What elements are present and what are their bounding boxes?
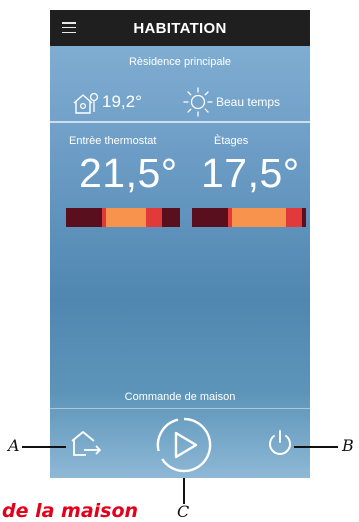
footer-text: de la maison xyxy=(2,500,139,522)
callout-line-b xyxy=(294,446,338,448)
bar-segment-dark xyxy=(66,208,102,227)
callout-c: C xyxy=(177,502,190,521)
weather-row: 19,2° Beau temps xyxy=(50,82,310,122)
bar-segment-dark xyxy=(302,208,306,227)
phone-screen: HABITATION Rèsidence principale 19,2° Be… xyxy=(50,10,310,478)
bar-segment-red xyxy=(146,208,162,227)
weather-condition: Beau temps xyxy=(216,95,281,109)
temperature-bar-floors xyxy=(192,208,306,227)
sun-icon xyxy=(183,87,213,117)
bar-segment-orange xyxy=(232,208,286,227)
command-separator xyxy=(50,408,310,409)
top-bar: HABITATION xyxy=(50,10,310,46)
play-scenario-button[interactable] xyxy=(154,415,214,475)
residence-name: Rèsidence principale xyxy=(128,56,232,68)
callout-b: B xyxy=(342,436,354,455)
zone-temperature-floors[interactable]: 17,5° xyxy=(201,150,300,197)
zone-temperature-thermostat[interactable]: 21,5° xyxy=(79,150,178,197)
leave-home-button[interactable] xyxy=(68,425,104,461)
page-title: HABITATION xyxy=(133,20,227,37)
home-command-label: Commande de maison xyxy=(124,391,236,403)
inside-temperature: 19,2° xyxy=(102,92,142,111)
power-icon[interactable] xyxy=(265,428,295,458)
callout-a: A xyxy=(8,436,20,455)
callout-line-a xyxy=(22,446,66,448)
bar-segment-orange xyxy=(106,208,146,227)
zone-label-thermostat: Entrèe thermostat xyxy=(69,135,157,147)
bar-segment-dark xyxy=(192,208,228,227)
bar-segment-red xyxy=(286,208,302,227)
temperature-bar-thermostat xyxy=(66,208,180,227)
bar-segment-dark xyxy=(162,208,180,227)
zone-label-floors: Ètages xyxy=(214,135,249,147)
home-temperature-icon xyxy=(73,92,99,114)
callout-line-c xyxy=(183,478,185,504)
divider xyxy=(50,121,310,123)
